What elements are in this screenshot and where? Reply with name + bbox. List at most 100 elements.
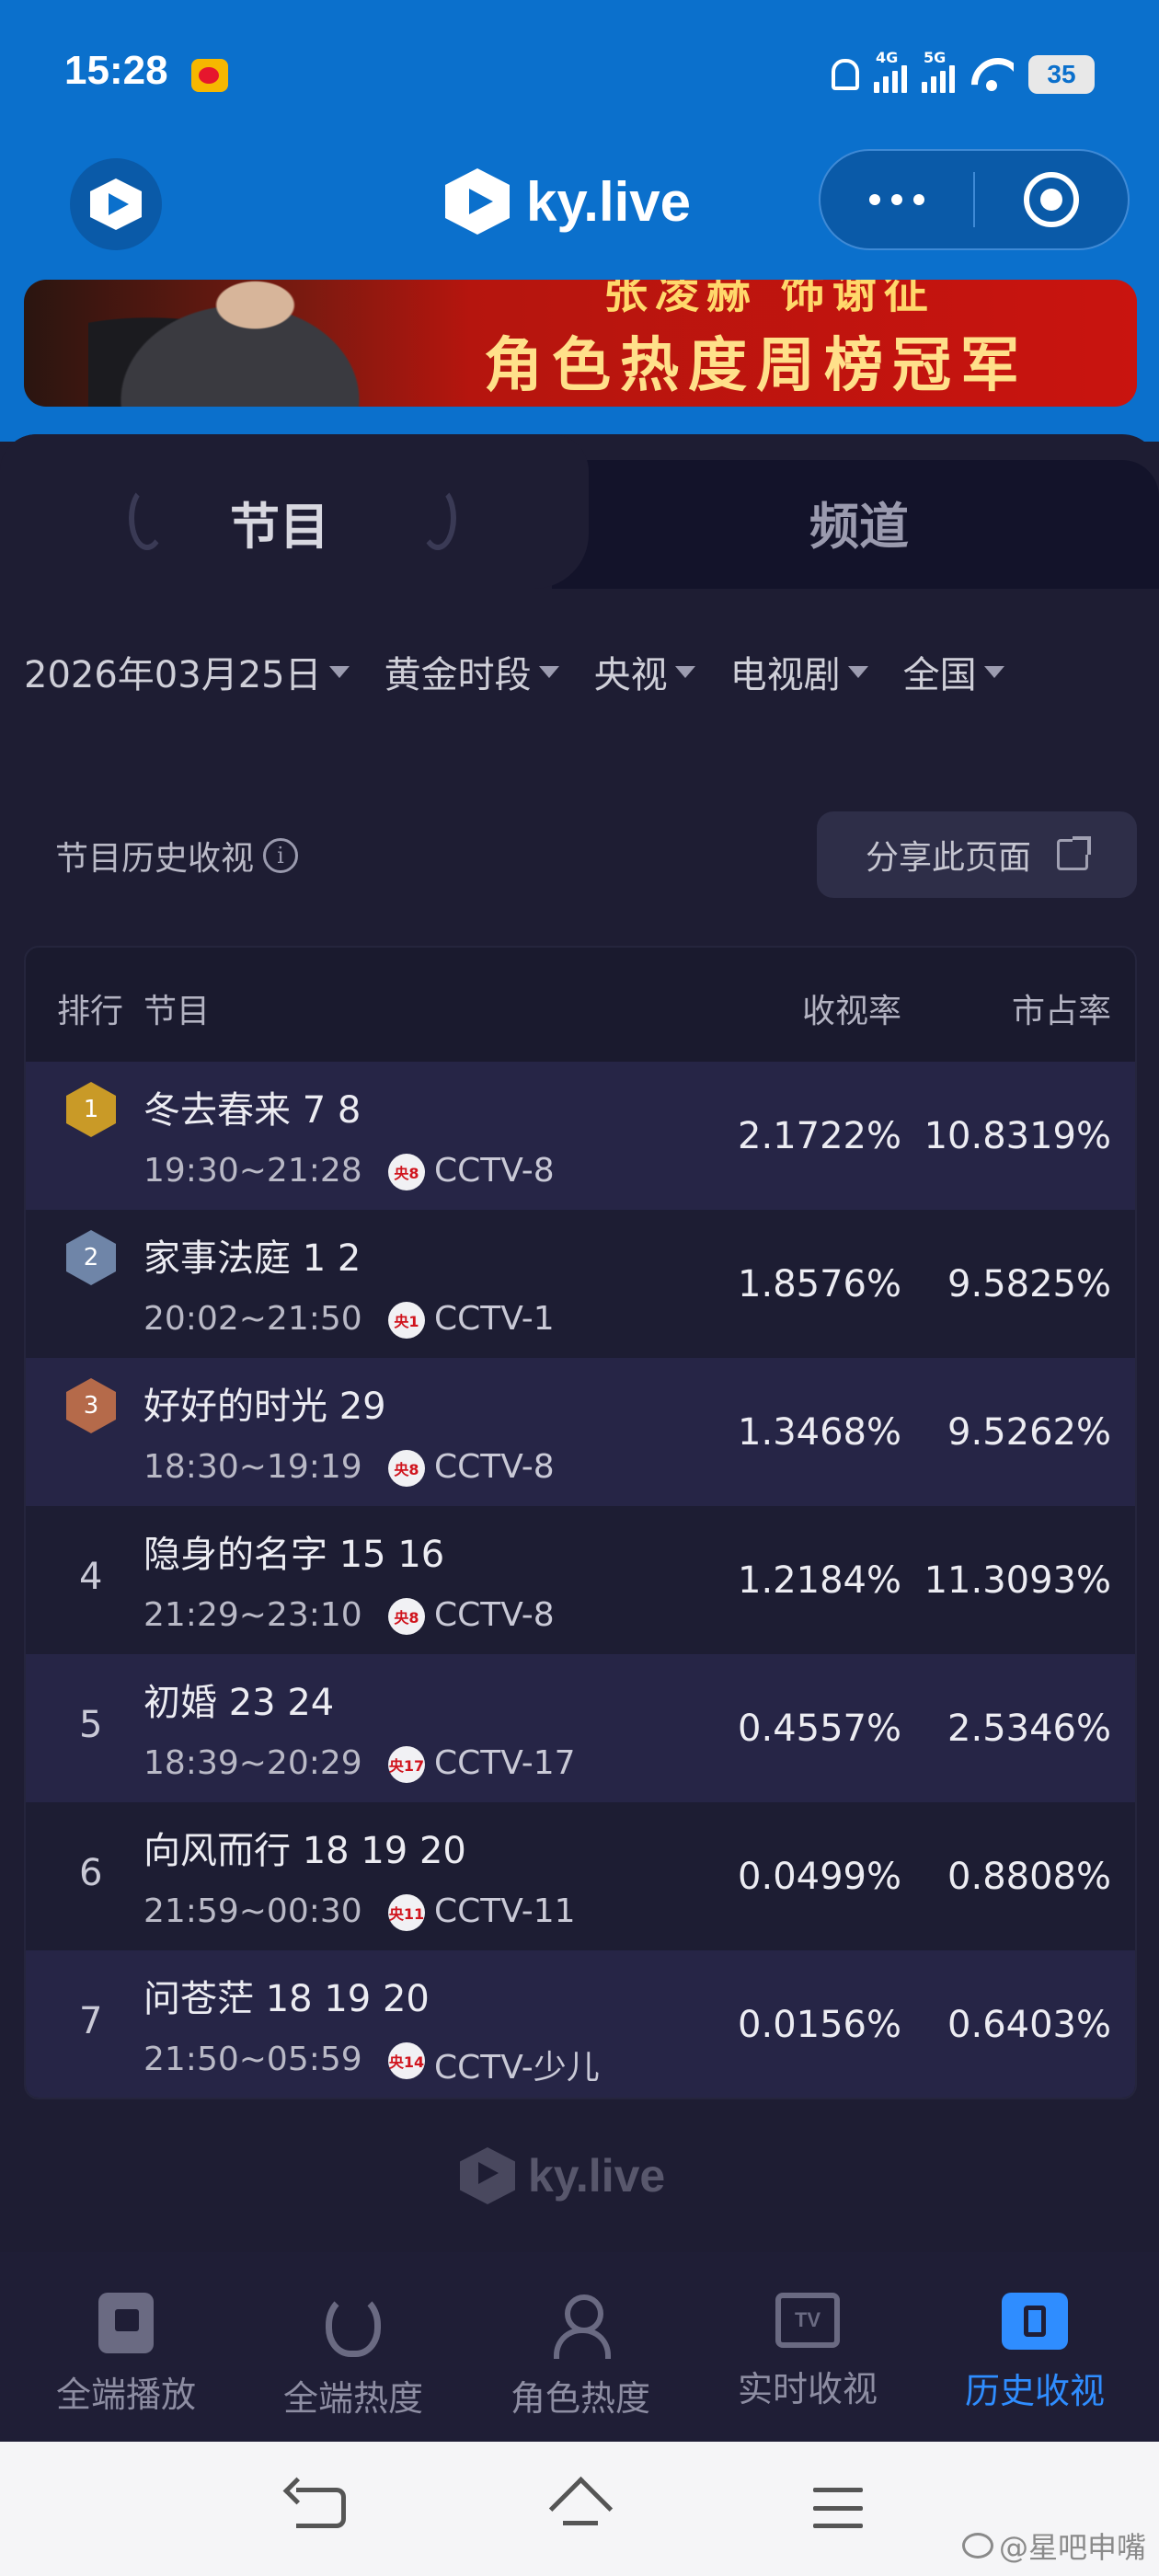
promo-banner[interactable]: 张凌赫 饰谢征 角色热度周榜冠军 bbox=[24, 280, 1137, 407]
filter-date-label: 2026年03月25日 bbox=[24, 654, 322, 696]
channel-logo-icon: 央17 bbox=[388, 1746, 425, 1783]
nav-all-heat[interactable]: 全端热度 bbox=[240, 2252, 466, 2442]
program-name: 家事法庭 1 2 bbox=[143, 1237, 361, 1280]
channel-logo-icon: 央8 bbox=[388, 1154, 425, 1190]
channel-logo-icon: 央11 bbox=[388, 1894, 425, 1931]
table-row[interactable]: 7 问苍茫 18 19 20 21:50~05:59 央14 CCTV-少儿 0… bbox=[26, 1950, 1135, 2098]
fire-icon bbox=[326, 2293, 381, 2357]
header-rank: 排行 bbox=[57, 993, 124, 1030]
nav-label: 历史收视 bbox=[964, 2371, 1105, 2411]
program-name: 隐身的名字 15 16 bbox=[143, 1534, 445, 1576]
home-icon[interactable] bbox=[552, 2484, 609, 2532]
channel-logo-icon: 央8 bbox=[388, 1598, 425, 1635]
table-row[interactable]: 1 冬去春来 7 8 19:30~21:28 央8 CCTV-8 2.1722%… bbox=[26, 1062, 1135, 1210]
footer-logo-icon bbox=[460, 2147, 515, 2204]
share-page-button[interactable]: 分享此页面 bbox=[817, 811, 1137, 898]
program-time: 19:30~21:28 bbox=[143, 1152, 362, 1190]
back-icon[interactable] bbox=[296, 2488, 346, 2528]
rank-number: 6 bbox=[79, 1852, 103, 1894]
footer-logo-text: ky.live bbox=[528, 2150, 666, 2202]
brand: ky.live bbox=[445, 160, 691, 243]
header-share[interactable]: 市占率 bbox=[1012, 984, 1111, 1032]
signal-5g-icon: 5G bbox=[922, 49, 955, 93]
share-page-label: 分享此页面 bbox=[865, 839, 1031, 877]
nav-realtime[interactable]: TV 实时收视 bbox=[694, 2252, 921, 2442]
channel-name: CCTV-1 bbox=[434, 1300, 555, 1338]
table-row[interactable]: 5 初婚 23 24 18:39~20:29 央17 CCTV-17 0.455… bbox=[26, 1654, 1135, 1802]
filter-timeslot[interactable]: 黄金时段 bbox=[384, 645, 559, 698]
channel-name: CCTV-少儿 bbox=[434, 2049, 600, 2087]
playback-icon bbox=[98, 2293, 154, 2353]
rating-value: 1.8576% bbox=[738, 1263, 901, 1305]
more-button[interactable] bbox=[820, 194, 973, 205]
tv-icon: TV bbox=[775, 2293, 840, 2348]
bronze-medal-icon: 3 bbox=[66, 1378, 116, 1433]
weibo-notification-icon bbox=[191, 59, 228, 92]
filter-region-label: 全国 bbox=[902, 654, 977, 696]
channel-name: CCTV-17 bbox=[434, 1744, 576, 1782]
info-icon[interactable]: i bbox=[263, 838, 299, 873]
share-value: 9.5262% bbox=[947, 1411, 1111, 1454]
header-program: 节目 bbox=[143, 993, 211, 1030]
header-rating[interactable]: 收视率 bbox=[802, 984, 901, 1032]
close-miniprogram-button[interactable] bbox=[975, 172, 1128, 227]
weibo-watermark-icon bbox=[961, 2533, 993, 2559]
nav-history[interactable]: 历史收视 bbox=[922, 2252, 1148, 2442]
channel-name: CCTV-11 bbox=[434, 1892, 576, 1930]
footer-logo: ky.live bbox=[460, 2147, 665, 2204]
caret-down-icon bbox=[847, 665, 868, 678]
channel-name: CCTV-8 bbox=[434, 1596, 555, 1634]
tab-program-label[interactable]: 节目 bbox=[230, 486, 329, 558]
network-2-label: 5G bbox=[924, 49, 947, 66]
filter-region[interactable]: 全国 bbox=[903, 645, 1004, 698]
filter-network[interactable]: 央视 bbox=[594, 645, 695, 698]
share-value: 2.5346% bbox=[947, 1708, 1111, 1750]
program-name: 向风而行 18 19 20 bbox=[143, 1830, 466, 1872]
rank-number: 7 bbox=[79, 2000, 103, 2042]
table-row[interactable]: 6 向风而行 18 19 20 21:59~00:30 央11 CCTV-11 … bbox=[26, 1802, 1135, 1950]
table-row[interactable]: 3 好好的时光 29 18:30~19:19 央8 CCTV-8 1.3468%… bbox=[26, 1358, 1135, 1506]
table-row[interactable]: 2 家事法庭 1 2 20:02~21:50 央1 CCTV-1 1.8576%… bbox=[26, 1210, 1135, 1358]
external-link-icon bbox=[1057, 836, 1091, 870]
filter-genre[interactable]: 电视剧 bbox=[730, 645, 868, 698]
nav-all-playback[interactable]: 全端播放 bbox=[13, 2252, 239, 2442]
status-icons: 4G 5G 35 bbox=[832, 49, 1095, 98]
caret-down-icon bbox=[538, 665, 559, 678]
bottom-nav: 全端播放 全端热度 角色热度 TV 实时收视 历史收视 bbox=[0, 2252, 1159, 2442]
filter-genre-label: 电视剧 bbox=[729, 654, 841, 696]
tab-channel-label[interactable]: 频道 bbox=[809, 486, 909, 558]
channel-name: CCTV-8 bbox=[434, 1448, 555, 1486]
rank-number: 4 bbox=[79, 1556, 103, 1598]
brand-name: ky.live bbox=[526, 170, 692, 233]
nav-label: 全端热度 bbox=[282, 2378, 423, 2419]
kylive-logo-icon bbox=[90, 178, 142, 230]
brand-logo-icon bbox=[445, 168, 510, 235]
section-title-text: 节目历史收视 bbox=[55, 840, 255, 878]
laurel-right-icon bbox=[419, 486, 456, 550]
nav-role-heat[interactable]: 角色热度 bbox=[467, 2252, 694, 2442]
rating-value: 0.0156% bbox=[738, 2004, 901, 2046]
table-row[interactable]: 4 隐身的名字 15 16 21:29~23:10 央8 CCTV-8 1.21… bbox=[26, 1506, 1135, 1654]
wifi-icon bbox=[970, 56, 1014, 93]
banner-line-2: 角色热度周榜冠军 bbox=[484, 332, 1028, 400]
menu-icon[interactable] bbox=[813, 2488, 863, 2528]
silver-medal-icon: 2 bbox=[66, 1230, 116, 1285]
status-bar: 15:28 4G 5G 35 bbox=[0, 0, 1159, 147]
program-time: 21:50~05:59 bbox=[143, 2041, 362, 2078]
battery-indicator: 35 bbox=[1028, 55, 1095, 94]
rating-value: 0.0499% bbox=[738, 1856, 901, 1898]
target-icon bbox=[1023, 172, 1079, 227]
signal-4g-icon: 4G bbox=[874, 49, 907, 93]
status-time: 15:28 bbox=[64, 48, 168, 93]
rating-value: 1.3468% bbox=[738, 1411, 901, 1454]
top-header: 15:28 4G 5G 35 ky.live 张凌赫 饰谢征 角色热度周榜冠军 bbox=[0, 0, 1159, 442]
banner-line-1: 张凌赫 饰谢征 bbox=[603, 280, 935, 318]
program-time: 18:30~19:19 bbox=[143, 1448, 362, 1486]
filter-date[interactable]: 2026年03月25日 bbox=[24, 645, 350, 698]
share-value: 9.5825% bbox=[947, 1263, 1111, 1305]
share-value: 11.3093% bbox=[924, 1559, 1111, 1602]
channel-logo-icon: 央14 bbox=[388, 2042, 425, 2079]
share-value: 0.6403% bbox=[947, 2004, 1111, 2046]
miniprogram-capsule bbox=[819, 149, 1130, 250]
app-home-button[interactable] bbox=[70, 158, 162, 250]
